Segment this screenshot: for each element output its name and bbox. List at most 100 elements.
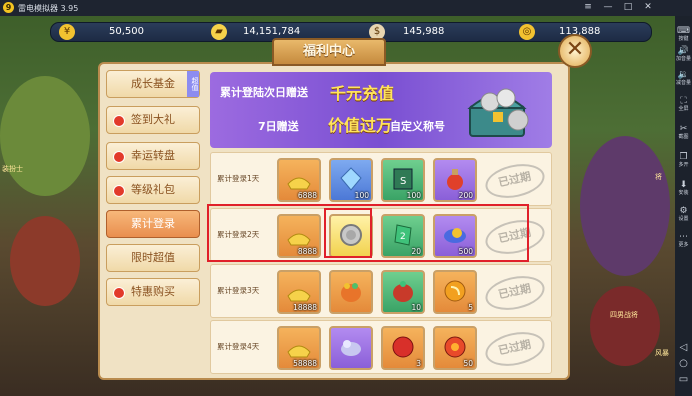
highlight-item-annotation (324, 208, 372, 258)
reward-item[interactable]: 100 (329, 158, 373, 202)
more-icon: ⋯ (679, 232, 688, 242)
tab-cumulative-login[interactable]: 累计登录 (106, 210, 200, 238)
book-icon: S (393, 168, 413, 190)
gold-ingot-icon: ▰ (211, 24, 227, 40)
tab-level-gift[interactable]: 等级礼包 (106, 176, 200, 204)
sidebar-more[interactable]: ⋯ 更多 (675, 232, 692, 249)
scene-monster (590, 286, 660, 366)
sidebar-keyboard[interactable]: ⌨ 按键 (675, 26, 692, 43)
token-icon: ◎ (519, 24, 535, 40)
banner-highlight: 千元充值 (330, 84, 395, 103)
maximize-icon[interactable]: □ (622, 1, 634, 13)
sidebar-multi-open[interactable]: ❐ 多开 (675, 152, 692, 169)
reward-item[interactable]: 6888 (277, 158, 321, 202)
install-icon: ⬇ (679, 180, 688, 190)
sidebar-install[interactable]: ⬇ 安装 (675, 180, 692, 197)
reward-item[interactable]: 10 (381, 270, 425, 314)
treasure-bag-icon (341, 283, 361, 302)
expired-stamp: 已过期 (482, 327, 548, 371)
keyboard-icon: ⌨ (677, 26, 690, 36)
sidebar-volume-down[interactable]: 🔉 减音量 (675, 70, 692, 87)
scene-character-left (10, 216, 80, 306)
tab-growth-fund[interactable]: 成长基金 超值 (106, 70, 200, 98)
item-count: 10 (411, 303, 421, 312)
scene-foliage (0, 76, 90, 196)
potion-icon (447, 169, 463, 190)
reward-item[interactable]: S 100 (381, 158, 425, 202)
item-count: 200 (458, 191, 473, 200)
reward-item[interactable]: 18888 (277, 270, 321, 314)
red-dot-icon (113, 151, 125, 163)
volume-down-icon: 🔉 (677, 70, 690, 80)
screenshot-icon: ✂ (679, 124, 688, 134)
reward-list[interactable]: 累计登录1天 6888 100 S 100 200 已过期 累计登录2天 888… (210, 152, 552, 376)
resource-money-bag[interactable]: $ 145,988 (369, 23, 479, 41)
window-title: 雷电模拟器 3.95 (18, 4, 79, 13)
emulator-titlebar: 9 雷电模拟器 3.95 ≡ — □ ✕ (0, 0, 692, 16)
hot-badge: 超值 (187, 71, 199, 97)
row-day-label: 累计登录1天 (217, 174, 260, 183)
banner-text: 自定义称号 (390, 120, 445, 133)
reward-item[interactable] (329, 326, 373, 370)
volume-up-icon: 🔊 (677, 46, 690, 56)
gold-ingot-icon (287, 345, 311, 358)
resource-value: 50,500 (109, 26, 144, 37)
gold-ingot-icon (287, 177, 311, 190)
menu-icon[interactable]: ≡ (582, 1, 594, 13)
reward-item[interactable] (329, 270, 373, 314)
sidebar-screenshot[interactable]: ✂ 截图 (675, 124, 692, 141)
back-icon[interactable]: ◁ (675, 342, 692, 353)
gold-orb-icon (444, 280, 466, 302)
tab-limited-value[interactable]: 限时超值 (106, 244, 200, 272)
banner-text: 累计登陆次日赠送 (220, 86, 308, 99)
red-dot-icon (113, 115, 125, 127)
scene-label: 将 (655, 173, 662, 181)
panel-close-button[interactable]: ✕ (558, 34, 592, 68)
resource-value: 145,988 (403, 26, 445, 37)
pet-icon (341, 340, 361, 356)
home-icon[interactable]: ○ (675, 358, 692, 369)
item-count: 6888 (297, 191, 317, 200)
sidebar-volume-up[interactable]: 🔊 加音量 (675, 46, 692, 63)
coin-icon: ¥ (59, 24, 75, 40)
tab-special-purchase[interactable]: 特惠购买 (106, 278, 200, 306)
expired-stamp: 已过期 (482, 271, 548, 315)
resource-coin[interactable]: ¥ 50,500 (59, 23, 179, 41)
item-count: 100 (354, 191, 369, 200)
red-dot-icon (113, 185, 125, 197)
row-day-label: 累计登录3天 (217, 286, 260, 295)
reward-item[interactable]: 200 (433, 158, 477, 202)
reward-item[interactable]: 50 (433, 326, 477, 370)
item-count: 58888 (293, 359, 317, 368)
emulator-logo-icon: 9 (3, 2, 14, 13)
treasure-chest-icon (467, 88, 529, 137)
svg-text:S: S (400, 176, 406, 187)
item-count: 3 (416, 359, 421, 368)
fire-orb-icon (444, 336, 466, 358)
gift-bag-icon (393, 281, 413, 302)
recent-icon[interactable]: ▭ (675, 374, 692, 385)
reward-item[interactable]: 5 (433, 270, 477, 314)
red-dot-icon (113, 287, 125, 299)
gold-ingot-icon (287, 289, 311, 302)
reward-item[interactable]: 58888 (277, 326, 321, 370)
sidebar-fullscreen[interactable]: ⛶ 全屏 (675, 96, 692, 113)
tab-sign-in-gift[interactable]: 签到大礼 (106, 106, 200, 134)
reward-item[interactable]: 3 (381, 326, 425, 370)
minimize-icon[interactable]: — (602, 1, 614, 13)
emulator-sidebar: ⌨ 按键 🔊 加音量 🔉 减音量 ⛶ 全屏 ✂ 截图 ❐ 多开 ⬇ 安装 ⚙ 设… (675, 16, 692, 396)
scene-label: 四男战将 (610, 311, 638, 319)
banner-highlight: 价值过万 (328, 116, 393, 135)
row-day-label: 累计登录4天 (217, 342, 260, 351)
sidebar-settings[interactable]: ⚙ 设置 (675, 206, 692, 223)
banner-text: 7日赠送 (258, 120, 299, 133)
tab-lucky-wheel[interactable]: 幸运转盘 (106, 142, 200, 170)
close-icon[interactable]: ✕ (642, 1, 654, 13)
item-count: 5 (468, 303, 473, 312)
multi-open-icon: ❐ (679, 152, 688, 162)
red-orb-icon (392, 336, 414, 358)
reward-row-day1: 累计登录1天 6888 100 S 100 200 已过期 (210, 152, 552, 206)
panel-title: 福利中心 (272, 38, 386, 66)
item-count: 100 (406, 191, 421, 200)
crystal-icon (340, 167, 362, 191)
